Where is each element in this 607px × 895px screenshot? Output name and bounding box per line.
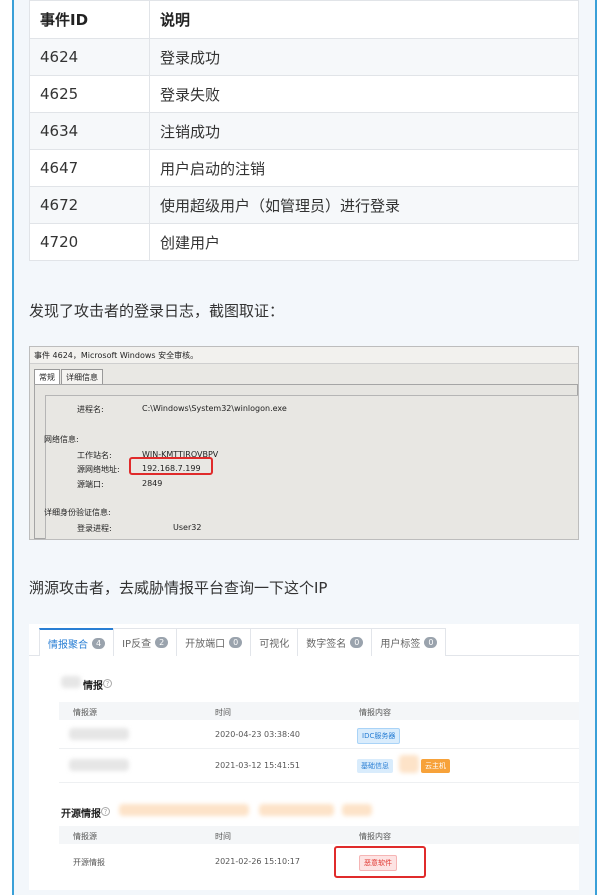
event-id-cell: 4625 [29, 75, 150, 113]
malware-highlight [334, 846, 426, 878]
table-header-row: 事件ID 说明 [29, 0, 579, 39]
source-port-label: 源端口: [77, 480, 104, 489]
tab-label: 用户标签 [380, 639, 421, 650]
header-description: 说明 [149, 0, 579, 39]
auth-info-label: 详细身份验证信息: [44, 508, 111, 517]
redacted-block [259, 804, 334, 816]
intel-time: 2020-04-23 03:38:40 [215, 730, 300, 739]
table-row: 4720 创建用户 [29, 223, 579, 261]
intel-tab-bar: 情报聚合 4 IP反查 2 开放端口 0 可视化 数字签名 0 用户标签 0 [29, 628, 579, 656]
source-ip-label: 源网络地址: [77, 465, 120, 474]
description-cell: 使用超级用户（如管理员）进行登录 [149, 186, 579, 224]
process-name-label: 进程名: [77, 405, 104, 414]
description-cell: 创建用户 [149, 223, 579, 261]
count-badge: 0 [350, 637, 364, 648]
header-event-id: 事件ID [29, 0, 150, 39]
paragraph-trace: 溯源攻击者，去威胁情报平台查询一下这个IP [29, 579, 328, 597]
tab-label: 可视化 [259, 639, 290, 650]
event-detail-box [45, 395, 578, 539]
table-row: 4625 登录失败 [29, 75, 579, 113]
tab-label: 数字签名 [306, 639, 347, 650]
idc-server-tag: IDC服务器 [357, 728, 401, 744]
event-id-cell: 4624 [29, 38, 150, 76]
help-icon[interactable]: ? [101, 807, 110, 816]
redacted-block [61, 676, 81, 688]
process-name-value: C:\Windows\System32\winlogon.exe [142, 404, 287, 413]
threat-intel-screenshot: 情报聚合 4 IP反查 2 开放端口 0 可视化 数字签名 0 用户标签 0 情… [29, 624, 579, 890]
section2-title: 开源情报 [61, 809, 101, 820]
tab-ip-reverse[interactable]: IP反查 2 [113, 628, 178, 656]
tab-digital-signature[interactable]: 数字签名 0 [297, 628, 373, 656]
tab-intel-aggregate[interactable]: 情报聚合 4 [39, 628, 115, 656]
cloud-host-tag: 云主机 [421, 759, 450, 773]
tab-user-tags[interactable]: 用户标签 0 [371, 628, 447, 656]
redacted-source [69, 728, 129, 740]
tab-label: IP反查 [122, 639, 152, 650]
col-source: 情报源 [73, 832, 97, 841]
basic-info-tag: 基础信息 [357, 759, 393, 773]
col-content: 情报内容 [359, 832, 391, 841]
col-time: 时间 [215, 708, 231, 717]
event-tabs: 常规 详细信息 [34, 369, 104, 384]
row-divider [59, 748, 579, 749]
table-row: 4634 注销成功 [29, 112, 579, 150]
description-cell: 登录失败 [149, 75, 579, 113]
tab-open-ports[interactable]: 开放端口 0 [176, 628, 252, 656]
source-ip-highlight [129, 457, 213, 475]
tab-label: 开放端口 [185, 639, 226, 650]
table-row: 4672 使用超级用户（如管理员）进行登录 [29, 186, 579, 224]
section2-table-header: 情报源 时间 情报内容 [59, 826, 579, 844]
count-badge: 2 [155, 637, 169, 648]
logon-process-label: 登录进程: [77, 524, 112, 533]
table-row: 4647 用户启动的注销 [29, 149, 579, 187]
event-id-cell: 4720 [29, 223, 150, 261]
paragraph-evidence: 发现了攻击者的登录日志，截图取证： [29, 302, 285, 320]
count-badge: 0 [229, 637, 243, 648]
count-badge: 4 [92, 637, 106, 649]
redacted-source [69, 759, 129, 771]
intel-source: 开源情报 [73, 858, 105, 867]
row-divider [59, 782, 579, 783]
col-content: 情报内容 [359, 708, 391, 717]
event-id-table: 事件ID 说明 4624 登录成功 4625 登录失败 4634 注销成功 46… [29, 0, 579, 261]
event-id-cell: 4672 [29, 186, 150, 224]
description-cell: 登录成功 [149, 38, 579, 76]
redacted-block [399, 755, 419, 773]
event-window-title: 事件 4624，Microsoft Windows 安全审核。 [30, 347, 578, 364]
description-cell: 用户启动的注销 [149, 149, 579, 187]
event-log-screenshot: 事件 4624，Microsoft Windows 安全审核。 常规 详细信息 … [29, 346, 579, 540]
event-panel [34, 384, 578, 539]
intel-time: 2021-03-12 15:41:51 [215, 761, 300, 770]
source-port-value: 2849 [142, 479, 163, 488]
network-info-label: 网络信息: [44, 435, 79, 444]
workstation-label: 工作站名: [77, 451, 112, 460]
redacted-block [119, 804, 249, 816]
logon-process-value: User32 [173, 523, 202, 532]
tab-details[interactable]: 详细信息 [61, 369, 103, 384]
tab-label: 情报聚合 [48, 639, 88, 651]
help-icon[interactable]: ? [103, 679, 112, 688]
section1-title: 情报 [83, 681, 103, 692]
intel-time: 2021-02-26 15:10:17 [215, 857, 300, 866]
count-badge: 0 [424, 637, 438, 648]
col-source: 情报源 [73, 708, 97, 717]
section1-table-header: 情报源 时间 情报内容 [59, 702, 579, 720]
col-time: 时间 [215, 832, 231, 841]
table-row: 4624 登录成功 [29, 38, 579, 76]
description-cell: 注销成功 [149, 112, 579, 150]
event-id-cell: 4647 [29, 149, 150, 187]
redacted-block [342, 804, 372, 816]
tab-visualize[interactable]: 可视化 [250, 628, 299, 656]
tab-general[interactable]: 常规 [34, 369, 60, 384]
event-id-cell: 4634 [29, 112, 150, 150]
